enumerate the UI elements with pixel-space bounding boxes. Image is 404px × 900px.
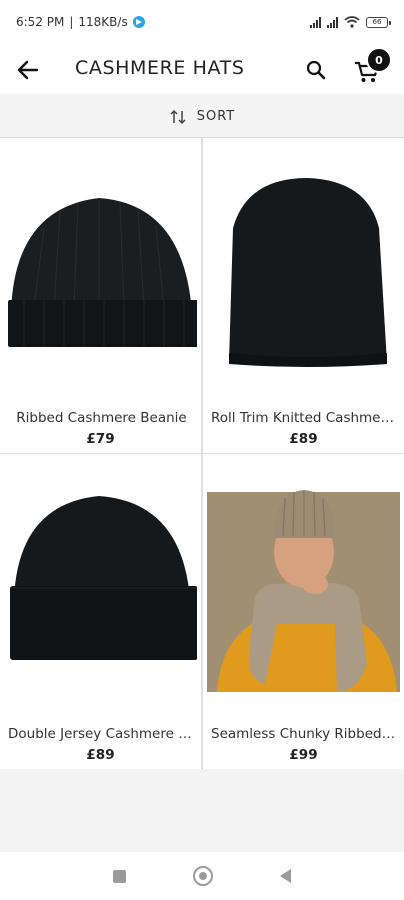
product-price: £99 [289,747,318,763]
product-name: Double Jersey Cashmere Beanie [8,726,195,742]
back-triangle-icon[interactable] [279,869,291,883]
status-left: 6:52 PM | 118KB/s [16,15,145,29]
product-image-model [207,490,400,692]
product-grid: Ribbed Cashmere Beanie £79 Roll Trim Kni… [0,138,404,769]
page-title: CASHMERE HATS [75,57,245,79]
sort-label: SORT [196,109,236,124]
status-right: 66 [310,16,391,28]
product-image-beanie [229,178,387,367]
product-card[interactable]: Roll Trim Knitted Cashmere Beanie £89 [203,138,404,453]
product-price: £89 [86,747,115,763]
product-price: £89 [289,431,318,447]
product-name: Seamless Chunky Ribbed Beanie [211,726,398,742]
recents-icon[interactable] [113,869,127,883]
home-icon[interactable] [192,866,213,886]
system-nav-bar [0,852,404,900]
product-price: £79 [86,431,115,447]
wifi-icon [344,16,360,28]
arrow-left-icon[interactable] [14,56,42,84]
signal-icon-2 [327,16,338,28]
app-bar: CASHMERE HATS [0,44,404,94]
status-time: 6:52 PM [16,15,65,29]
product-name: Roll Trim Knitted Cashmere Beanie [211,410,398,426]
product-card[interactable]: Ribbed Cashmere Beanie £79 [0,138,201,453]
status-bar: 6:52 PM | 118KB/s 66 [0,0,404,44]
sort-arrows-icon [170,109,186,124]
telegram-icon [132,16,145,28]
status-speed: 118KB/s [78,15,128,29]
product-name: Ribbed Cashmere Beanie [16,410,187,426]
product-card[interactable]: Seamless Chunky Ribbed Beanie £99 [203,454,404,769]
product-image-beanie [10,496,197,660]
battery-icon: 66 [366,16,391,28]
cart-count-badge[interactable]: 0 [366,47,392,73]
product-card[interactable]: Double Jersey Cashmere Beanie £89 [0,454,201,769]
sort-button[interactable]: SORT [0,96,404,138]
signal-icon [310,16,321,28]
product-image-beanie [8,198,197,347]
search-icon[interactable] [304,58,328,82]
status-separator: | [69,15,74,29]
